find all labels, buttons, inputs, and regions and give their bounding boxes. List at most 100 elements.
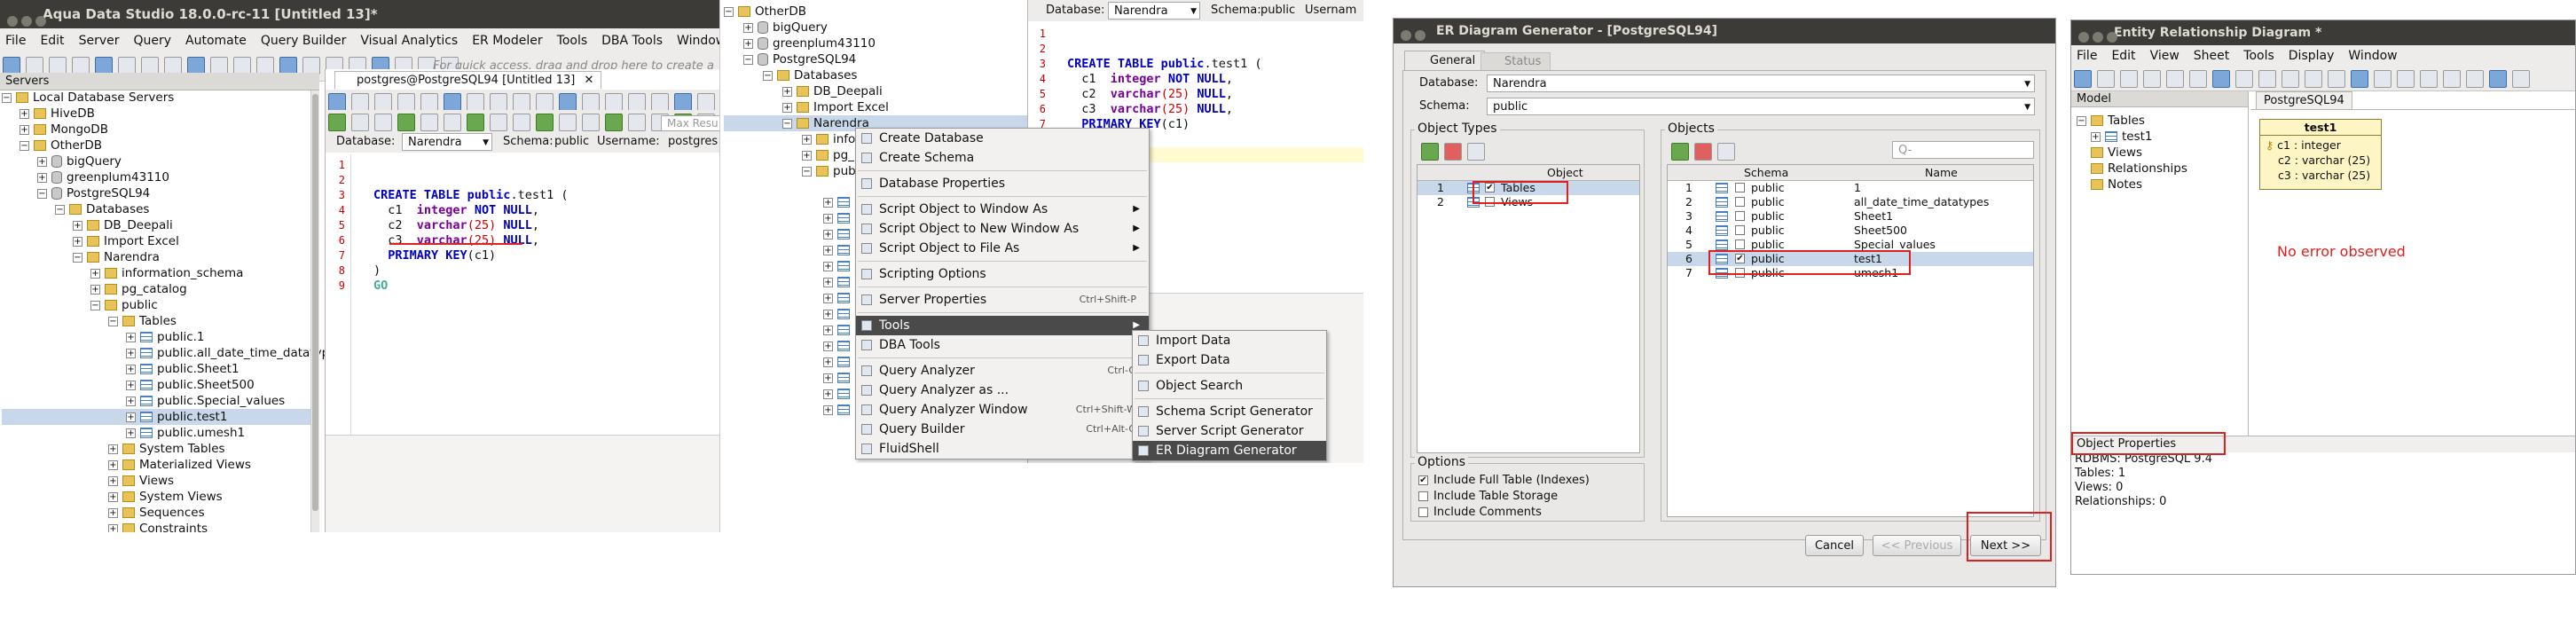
menu-item-scripting-options[interactable]: Scripting Options bbox=[856, 264, 1149, 284]
expand-toggle-icon[interactable]: − bbox=[763, 70, 773, 81]
expand-toggle-icon[interactable]: + bbox=[73, 236, 82, 247]
toolbar-button-icon[interactable] bbox=[513, 114, 530, 131]
toolbar-button-icon[interactable] bbox=[582, 93, 600, 111]
menu-window[interactable]: Window bbox=[677, 34, 719, 48]
diagram-canvas[interactable]: test1 ⚷ c1 : integer c2 : varchar (25) c3 … bbox=[2250, 109, 2575, 436]
toolbar-button-icon[interactable] bbox=[444, 114, 461, 131]
toolbar-button-icon[interactable] bbox=[2235, 70, 2253, 88]
expand-toggle-icon[interactable]: + bbox=[90, 284, 100, 295]
editor-tab[interactable]: postgres@PostgreSQL94 [Untitled 13] ✕ bbox=[334, 71, 602, 89]
toolbar-button-icon[interactable] bbox=[605, 93, 623, 111]
toolbar-button-icon[interactable] bbox=[467, 114, 484, 131]
expand-toggle-icon[interactable]: + bbox=[108, 475, 118, 486]
menu-window[interactable]: Window bbox=[2348, 49, 2397, 63]
menu-edit[interactable]: Edit bbox=[40, 34, 64, 48]
expand-toggle-icon[interactable]: + bbox=[37, 156, 47, 167]
expand-toggle-icon[interactable]: + bbox=[108, 444, 118, 454]
menu-item-query-analyzer-as-[interactable]: Query Analyzer as ... bbox=[856, 381, 1149, 400]
tree-node[interactable]: + public.Sheet1 bbox=[2, 361, 314, 377]
toolbar-button-icon[interactable] bbox=[2374, 70, 2391, 88]
toolbar-button-icon[interactable] bbox=[697, 93, 715, 111]
tree-node[interactable]: + Constraints bbox=[2, 521, 314, 532]
menu-edit[interactable]: Edit bbox=[2111, 49, 2135, 63]
toolbar-button-icon[interactable] bbox=[2397, 70, 2415, 88]
toolbar-button-icon[interactable] bbox=[559, 93, 577, 111]
tab-general[interactable]: General bbox=[1404, 51, 1486, 70]
tree-node[interactable]: − Narendra bbox=[2, 249, 314, 265]
expand-toggle-icon[interactable]: + bbox=[823, 341, 833, 351]
object-checkbox[interactable] bbox=[1735, 240, 1745, 249]
menu-item-object-search[interactable]: Object Search bbox=[1133, 376, 1326, 396]
close-tab-icon[interactable]: ✕ bbox=[584, 74, 593, 87]
tree-node[interactable]: − PostgreSQL94 bbox=[2, 185, 314, 201]
toolbar-button-icon[interactable] bbox=[328, 114, 346, 131]
tree-node[interactable]: + DB_Deepali bbox=[724, 83, 1043, 99]
expand-toggle-icon[interactable]: + bbox=[782, 86, 792, 97]
menu-item-create-database[interactable]: Create Database bbox=[856, 129, 1149, 148]
tree-node[interactable]: Notes bbox=[2077, 177, 2187, 192]
object-checkbox[interactable] bbox=[1735, 197, 1745, 207]
expand-toggle-icon[interactable]: + bbox=[802, 134, 812, 145]
tree-node[interactable]: + DB_Deepali bbox=[2, 217, 314, 233]
expand-toggle-icon[interactable]: − bbox=[743, 54, 753, 65]
expand-toggle-icon[interactable]: + bbox=[2091, 131, 2101, 142]
toolbar-button-icon[interactable] bbox=[536, 114, 554, 131]
toolbar-button-icon[interactable] bbox=[374, 114, 392, 131]
toolbar-button-icon[interactable] bbox=[397, 93, 415, 111]
expand-toggle-icon[interactable]: + bbox=[782, 102, 792, 113]
tree-node[interactable]: + public.umesh1 bbox=[2, 425, 314, 441]
expand-toggle-icon[interactable]: + bbox=[823, 245, 833, 255]
toolbar-button-icon[interactable] bbox=[490, 93, 507, 111]
expand-toggle-icon[interactable]: + bbox=[126, 428, 136, 438]
toolbar-button-icon[interactable] bbox=[2189, 70, 2207, 88]
toolbar-button-icon[interactable] bbox=[26, 57, 43, 75]
deselect-all-icon[interactable] bbox=[1694, 143, 1712, 161]
object-checkbox[interactable] bbox=[1735, 211, 1745, 221]
toolbar-button-icon[interactable] bbox=[233, 57, 251, 75]
expand-toggle-icon[interactable]: + bbox=[126, 412, 136, 422]
menu-visual-analytics[interactable]: Visual Analytics bbox=[360, 34, 458, 48]
toolbar-button-icon[interactable] bbox=[2212, 70, 2230, 88]
expand-toggle-icon[interactable]: + bbox=[823, 277, 833, 287]
select-all-icon[interactable] bbox=[1671, 143, 1689, 161]
tree-node[interactable]: + Sequences bbox=[2, 505, 314, 521]
expand-toggle-icon[interactable]: + bbox=[108, 459, 118, 470]
menu-item-tools[interactable]: Tools ▶ bbox=[856, 316, 1149, 335]
expand-toggle-icon[interactable]: + bbox=[126, 348, 136, 358]
toolbar-button-icon[interactable] bbox=[3, 57, 20, 75]
menu-item-er-diagram-generator[interactable]: ER Diagram Generator bbox=[1133, 441, 1326, 460]
option-row[interactable]: Include Table Storage bbox=[1418, 489, 1590, 505]
toolbar-button-icon[interactable] bbox=[2512, 70, 2530, 88]
toolbar-button-icon[interactable] bbox=[256, 57, 274, 75]
expand-toggle-icon[interactable]: + bbox=[108, 523, 118, 532]
toolbar-button-icon[interactable] bbox=[536, 93, 554, 111]
expand-toggle-icon[interactable]: − bbox=[724, 6, 734, 17]
option-row[interactable]: Include Comments bbox=[1418, 505, 1590, 521]
object-row[interactable]: 4 public Sheet500 bbox=[1668, 224, 2033, 238]
tree-node[interactable]: + bigQuery bbox=[2, 153, 314, 169]
expand-toggle-icon[interactable]: − bbox=[2077, 115, 2086, 126]
tree-node[interactable]: + information_schema bbox=[2, 265, 314, 281]
menu-item-database-properties[interactable]: Database Properties bbox=[856, 174, 1149, 193]
toolbar-button-icon[interactable] bbox=[118, 57, 136, 75]
tree-node[interactable]: + public.Sheet500 bbox=[2, 377, 314, 393]
tree-node[interactable]: − Databases bbox=[724, 67, 1043, 83]
tree-node[interactable]: + Import Excel bbox=[724, 99, 1043, 115]
menu-item-import-data[interactable]: Import Data bbox=[1133, 331, 1326, 350]
expand-toggle-icon[interactable]: + bbox=[823, 404, 833, 415]
expand-toggle-icon[interactable]: − bbox=[108, 316, 118, 326]
toolbar-button-icon[interactable] bbox=[2281, 70, 2299, 88]
entity-test1[interactable]: test1 ⚷ c1 : integer c2 : varchar (25) c3 … bbox=[2259, 119, 2382, 190]
menu-item-query-analyzer[interactable]: Query Analyzer Ctrl-Q bbox=[856, 361, 1149, 381]
toolbar-button-icon[interactable] bbox=[2489, 70, 2507, 88]
menu-item-export-data[interactable]: Export Data bbox=[1133, 350, 1326, 370]
expand-toggle-icon[interactable]: + bbox=[823, 213, 833, 224]
tree-node[interactable]: + System Tables bbox=[2, 441, 314, 457]
expand-toggle-icon[interactable]: + bbox=[823, 229, 833, 240]
toolbar-button-icon[interactable] bbox=[582, 114, 600, 131]
object-row[interactable]: 2 public all_date_time_datatypes bbox=[1668, 195, 2033, 209]
schema-select[interactable]: public ▼ bbox=[1487, 98, 2035, 115]
tree-node[interactable]: − PostgreSQL94 bbox=[724, 51, 1043, 67]
toolbar-button-icon[interactable] bbox=[210, 57, 228, 75]
menu-item-script-object-to-window-as[interactable]: Script Object to Window As ▶ bbox=[856, 200, 1149, 219]
